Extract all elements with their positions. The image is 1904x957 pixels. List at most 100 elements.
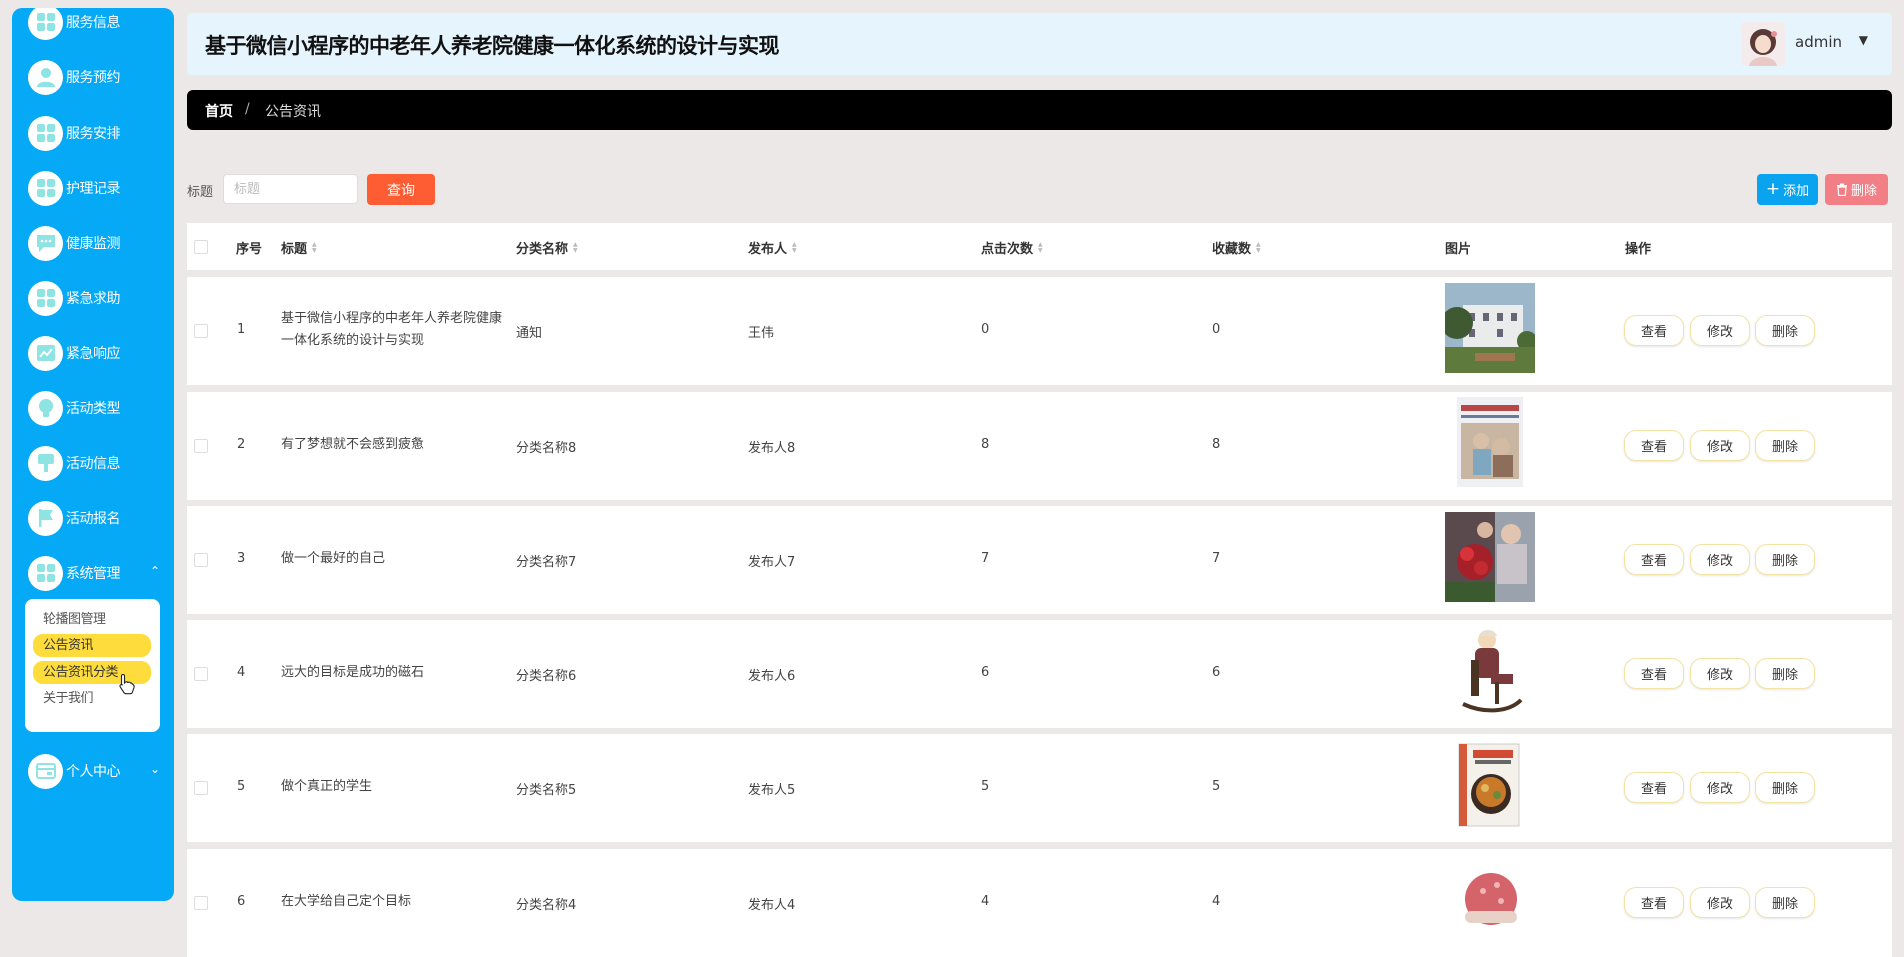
sidebar-item-service-schedule[interactable]: 服务安排 bbox=[12, 110, 174, 156]
sidebar-item-service-booking[interactable]: 服务预约 bbox=[12, 54, 174, 100]
delete-button[interactable]: 删除 bbox=[1755, 887, 1815, 918]
view-button[interactable]: 查看 bbox=[1624, 430, 1684, 461]
submenu-item-announcements[interactable]: 公告资讯 bbox=[33, 634, 151, 657]
sort-icon[interactable]: ▲ ▼ bbox=[1256, 241, 1261, 254]
cell-favorites: 0 bbox=[1212, 322, 1221, 337]
sidebar-item-activity-types[interactable]: 活动类型 bbox=[12, 385, 174, 431]
thumbnail-hat[interactable] bbox=[1445, 855, 1535, 945]
select-all-checkbox[interactable] bbox=[194, 240, 208, 254]
table-row: 4 远大的目标是成功的磁石 分类名称6 发布人6 6 6 查看 修改 删除 bbox=[187, 620, 1892, 728]
sidebar-item-service-info[interactable]: 服务信息 bbox=[12, 8, 174, 45]
sort-icon[interactable]: ▲ ▼ bbox=[792, 241, 797, 254]
cell-category: 分类名称5 bbox=[516, 783, 577, 798]
avatar[interactable] bbox=[1741, 22, 1785, 66]
sidebar-item-personal-center[interactable]: 个人中心 ⌄ bbox=[12, 748, 174, 794]
thumbnail-rocking-chair[interactable] bbox=[1445, 626, 1535, 716]
edit-button[interactable]: 修改 bbox=[1690, 315, 1750, 346]
sidebar-item-care-records[interactable]: 护理记录 bbox=[12, 165, 174, 211]
header-category[interactable]: 分类名称 ▲ ▼ bbox=[516, 238, 578, 257]
header-favorites-label: 收藏数 bbox=[1212, 242, 1252, 257]
card-icon bbox=[28, 753, 63, 789]
edit-button[interactable]: 修改 bbox=[1690, 772, 1750, 803]
sidebar-item-emergency-help[interactable]: 紧急求助 bbox=[12, 275, 174, 321]
edit-button[interactable]: 修改 bbox=[1690, 430, 1750, 461]
view-button[interactable]: 查看 bbox=[1624, 544, 1684, 575]
sort-icon[interactable]: ▲ ▼ bbox=[312, 241, 317, 254]
header-category-label: 分类名称 bbox=[516, 242, 569, 257]
submenu-item-carousel[interactable]: 轮播图管理 bbox=[33, 608, 151, 631]
sidebar-item-emergency-response[interactable]: 紧急响应 bbox=[12, 330, 174, 376]
title-search-input[interactable] bbox=[223, 174, 358, 204]
cell-category: 分类名称7 bbox=[516, 555, 577, 570]
thumbnail-flowers[interactable] bbox=[1445, 512, 1535, 602]
view-button[interactable]: 查看 bbox=[1624, 658, 1684, 689]
header-publisher[interactable]: 发布人 ▲ ▼ bbox=[748, 238, 797, 257]
sort-icon[interactable]: ▲ ▼ bbox=[1038, 241, 1043, 254]
user-icon bbox=[28, 59, 63, 95]
submenu-system-management: 轮播图管理 公告资讯 公告资讯分类 关于我们 bbox=[25, 599, 160, 732]
hand-cursor-icon bbox=[119, 673, 135, 695]
row-checkbox[interactable] bbox=[194, 439, 208, 453]
table-header: 序号 标题 ▲ ▼ 分类名称 ▲ ▼ 发布人 ▲ ▼ 点击次数 ▲ ▼ 收藏数 ▲ ▼ 图片 操作 bbox=[187, 223, 1892, 270]
header-title-label: 标题 bbox=[281, 242, 308, 257]
query-button[interactable]: 查询 bbox=[367, 174, 435, 205]
table-row: 5 做个真正的学生 分类名称5 发布人5 5 5 查看 修改 删除 bbox=[187, 734, 1892, 842]
row-checkbox[interactable] bbox=[194, 667, 208, 681]
grid-icon bbox=[28, 170, 63, 206]
thumbnail-cookbook[interactable] bbox=[1445, 740, 1535, 830]
header-index: 序号 bbox=[236, 238, 262, 257]
user-name[interactable]: admin bbox=[1795, 33, 1842, 51]
row-checkbox[interactable] bbox=[194, 553, 208, 567]
caret-down-icon[interactable]: ▼ bbox=[1859, 33, 1868, 47]
sidebar-item-health-monitor[interactable]: 健康监测 bbox=[12, 220, 174, 266]
grid-icon bbox=[28, 8, 63, 40]
header-index-label: 序号 bbox=[236, 242, 263, 257]
delete-button[interactable]: 删除 bbox=[1755, 544, 1815, 575]
edit-button[interactable]: 修改 bbox=[1690, 544, 1750, 575]
app-title: 基于微信小程序的中老年人养老院健康一体化系统的设计与实现 bbox=[205, 34, 780, 58]
delete-button-label: 删除 bbox=[1850, 184, 1877, 199]
cell-category: 分类名称8 bbox=[516, 441, 577, 456]
cell-favorites: 5 bbox=[1212, 779, 1221, 794]
cell-category: 分类名称6 bbox=[516, 669, 577, 684]
header-clicks[interactable]: 点击次数 ▲ ▼ bbox=[981, 238, 1043, 257]
cell-category: 分类名称4 bbox=[516, 898, 577, 913]
thumbnail-book-cover[interactable] bbox=[1445, 397, 1535, 487]
sidebar-item-label: 活动报名 bbox=[66, 511, 121, 527]
flag-icon bbox=[28, 500, 63, 536]
breadcrumb-current: 公告资讯 bbox=[265, 104, 321, 120]
row-checkbox[interactable] bbox=[194, 781, 208, 795]
edit-button[interactable]: 修改 bbox=[1690, 658, 1750, 689]
sidebar-item-label: 系统管理 bbox=[66, 566, 121, 582]
delete-button[interactable]: 删除 bbox=[1755, 315, 1815, 346]
cell-clicks: 6 bbox=[981, 665, 990, 680]
chat-icon bbox=[28, 225, 63, 261]
sidebar-item-label: 个人中心 bbox=[66, 764, 121, 780]
add-button[interactable]: + 添加 bbox=[1757, 174, 1818, 205]
header-image: 图片 bbox=[1445, 238, 1471, 257]
view-button[interactable]: 查看 bbox=[1624, 315, 1684, 346]
cell-title: 基于微信小程序的中老年人养老院健康一体化系统的设计与实现 bbox=[281, 311, 503, 348]
batch-delete-button[interactable]: 删除 bbox=[1825, 174, 1888, 205]
edit-button[interactable]: 修改 bbox=[1690, 887, 1750, 918]
header-title[interactable]: 标题 ▲ ▼ bbox=[281, 238, 317, 257]
delete-button[interactable]: 删除 bbox=[1755, 430, 1815, 461]
delete-button[interactable]: 删除 bbox=[1755, 772, 1815, 803]
cell-category: 通知 bbox=[516, 326, 543, 341]
cell-publisher: 发布人7 bbox=[748, 555, 796, 570]
thumbnail-building[interactable] bbox=[1445, 283, 1535, 373]
delete-button[interactable]: 删除 bbox=[1755, 658, 1815, 689]
sidebar-item-activity-info[interactable]: 活动信息 bbox=[12, 440, 174, 486]
sidebar-item-label: 紧急响应 bbox=[66, 346, 121, 362]
row-checkbox[interactable] bbox=[194, 324, 208, 338]
cell-index: 6 bbox=[237, 894, 246, 909]
breadcrumb-home[interactable]: 首页 bbox=[205, 101, 233, 121]
breadcrumb: 首页 / 公告资讯 bbox=[187, 90, 1892, 130]
view-button[interactable]: 查看 bbox=[1624, 772, 1684, 803]
sort-icon[interactable]: ▲ ▼ bbox=[573, 241, 578, 254]
sidebar-item-activity-signup[interactable]: 活动报名 bbox=[12, 495, 174, 541]
header-image-label: 图片 bbox=[1445, 242, 1472, 257]
view-button[interactable]: 查看 bbox=[1624, 887, 1684, 918]
sidebar-item-system-management[interactable]: 系统管理 ⌃ bbox=[12, 550, 174, 596]
header-favorites[interactable]: 收藏数 ▲ ▼ bbox=[1212, 238, 1261, 257]
